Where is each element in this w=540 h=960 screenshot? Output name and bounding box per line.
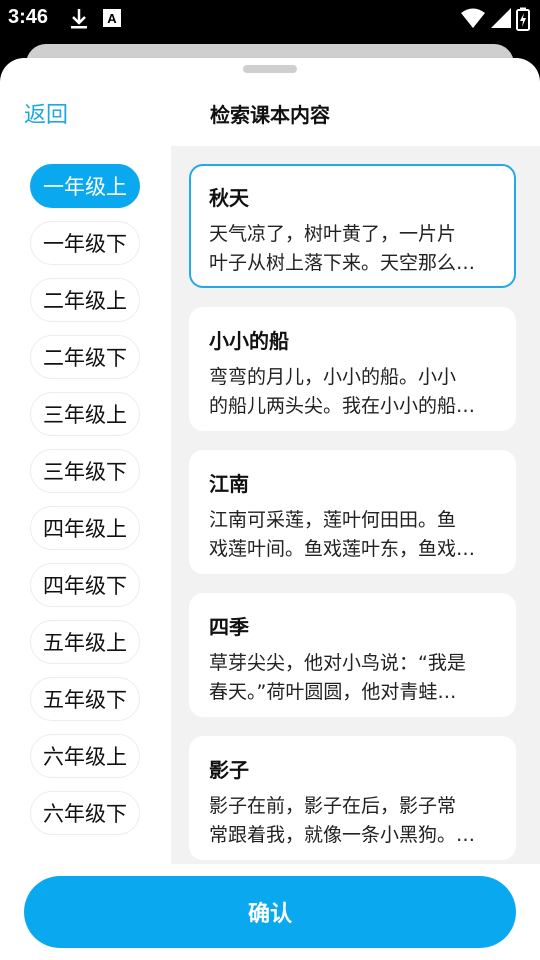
lesson-card[interactable]: 影子影子在前，影子在后，影子常 常跟着我，就像一条小黑狗。… <box>189 736 516 860</box>
lesson-title: 秋天 <box>209 186 249 210</box>
confirm-button[interactable]: 确认 <box>24 876 516 948</box>
grade-tab[interactable]: 一年级上 <box>30 164 140 208</box>
lesson-excerpt: 江南可采莲，莲叶何田田。鱼 戏莲叶间。鱼戏莲叶东，鱼戏… <box>209 506 498 564</box>
drag-handle[interactable] <box>243 65 297 73</box>
lesson-card[interactable]: 小小的船弯弯的月儿，小小的船。小小 的船儿两头尖。我在小小的船… <box>189 307 516 431</box>
lesson-excerpt: 草芽尖尖，他对小鸟说：“我是 春天。”荷叶圆圆，他对青蛙… <box>209 649 498 707</box>
lesson-excerpt-line: 天气凉了，树叶黄了，一片片 <box>209 223 457 245</box>
status-time: 3:46 <box>8 6 49 28</box>
lesson-card[interactable]: 秋天天气凉了，树叶黄了，一片片 叶子从树上落下来。天空那么… <box>189 164 516 288</box>
grade-tab[interactable]: 四年级上 <box>30 506 140 550</box>
grade-tab[interactable]: 三年级下 <box>30 449 140 493</box>
lesson-card[interactable]: 江南江南可采莲，莲叶何田田。鱼 戏莲叶间。鱼戏莲叶东，鱼戏… <box>189 450 516 574</box>
lesson-excerpt-line: 弯弯的月儿，小小的船。小小 <box>209 366 457 388</box>
lesson-excerpt-line: 江南可采莲，莲叶何田田。鱼 <box>209 509 457 531</box>
svg-text:A: A <box>107 11 117 26</box>
grade-list: 一年级上一年级下二年级上二年级下三年级上三年级下四年级上四年级下五年级上五年级下… <box>0 146 170 864</box>
lesson-excerpt: 弯弯的月儿，小小的船。小小 的船儿两头尖。我在小小的船… <box>209 363 498 421</box>
wifi-icon <box>461 8 485 28</box>
lesson-card[interactable]: 四季草芽尖尖，他对小鸟说：“我是 春天。”荷叶圆圆，他对青蛙… <box>189 593 516 717</box>
lesson-excerpt-line: 常跟着我，就像一条小黑狗。… <box>209 824 476 846</box>
download-icon <box>71 9 87 29</box>
lesson-title: 小小的船 <box>209 329 289 353</box>
grade-tab[interactable]: 二年级上 <box>30 278 140 322</box>
grade-tab[interactable]: 五年级下 <box>30 677 140 721</box>
grade-tab[interactable]: 一年级下 <box>30 221 140 265</box>
lesson-list: 秋天天气凉了，树叶黄了，一片片 叶子从树上落下来。天空那么… 小小的船弯弯的月儿，小… <box>171 146 540 864</box>
keyboard-a-icon: A <box>103 9 121 27</box>
sheet-title: 检索课本内容 <box>210 103 330 127</box>
lesson-title: 江南 <box>209 472 249 496</box>
signal-icon <box>491 8 511 28</box>
grade-tab[interactable]: 六年级上 <box>30 734 140 778</box>
lesson-excerpt: 天气凉了，树叶黄了，一片片 叶子从树上落下来。天空那么… <box>209 220 498 278</box>
lesson-excerpt-line: 戏莲叶间。鱼戏莲叶东，鱼戏… <box>209 538 476 560</box>
lesson-excerpt: 影子在前，影子在后，影子常 常跟着我，就像一条小黑狗。… <box>209 792 498 850</box>
lesson-excerpt-line: 草芽尖尖，他对小鸟说：“我是 <box>209 652 466 674</box>
lesson-excerpt-line: 叶子从树上落下来。天空那么… <box>209 252 476 274</box>
grade-tab[interactable]: 四年级下 <box>30 563 140 607</box>
battery-charging-icon <box>516 7 530 31</box>
bottom-sheet: 返回 检索课本内容 一年级上 一年级下 二年级上 二年级下 三年级上 三年级下 四年级上 四年… <box>0 58 540 960</box>
lesson-title: 影子 <box>209 758 249 782</box>
status-bar: 3:46 A <box>0 0 540 36</box>
lesson-excerpt-line: 影子在前，影子在后，影子常 <box>209 795 457 817</box>
grade-tab[interactable]: 二年级下 <box>30 335 140 379</box>
grade-tab[interactable]: 三年级上 <box>30 392 140 436</box>
lesson-excerpt-line: 的船儿两头尖。我在小小的船… <box>209 395 476 417</box>
lesson-excerpt-line: 春天。”荷叶圆圆，他对青蛙… <box>209 681 457 703</box>
lesson-title: 四季 <box>209 615 249 639</box>
grade-tab[interactable]: 六年级下 <box>30 791 140 835</box>
grade-tab[interactable]: 五年级上 <box>30 620 140 664</box>
